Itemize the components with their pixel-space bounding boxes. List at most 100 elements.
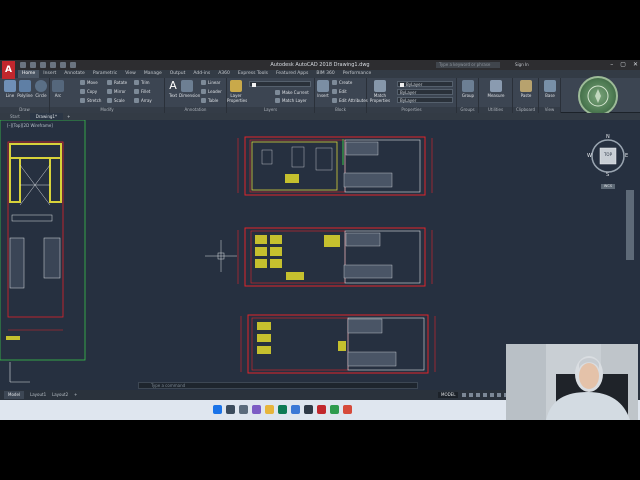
sign-in-button[interactable]: Sign In — [515, 62, 529, 67]
scale-icon — [107, 98, 112, 103]
make-current-tool[interactable]: Make Current — [275, 90, 309, 95]
search-input[interactable]: Type a keyword or phrase — [436, 62, 500, 68]
tab-drawing1[interactable]: Drawing1* — [29, 113, 63, 120]
color-dropdown[interactable]: ByLayer — [397, 81, 453, 87]
fillet-tool[interactable]: Fillet — [134, 89, 150, 94]
stretch-tool[interactable]: Stretch — [80, 98, 101, 103]
chrome-icon[interactable] — [330, 405, 339, 414]
polar-icon[interactable] — [483, 393, 487, 397]
move-icon — [80, 80, 85, 85]
tab-add-ins[interactable]: Add-ins — [189, 70, 214, 78]
polyline-tool[interactable]: Polyline — [17, 80, 33, 98]
maximize-button[interactable]: ▢ — [620, 61, 626, 68]
ucs-icon — [9, 362, 30, 383]
app-icon[interactable] — [343, 405, 352, 414]
layer-properties-tool[interactable]: Layer Properties — [227, 80, 247, 103]
tab-layout1[interactable]: Layout1 — [26, 391, 50, 399]
linear-tool[interactable]: Linear — [201, 80, 220, 85]
copy-tool[interactable]: Copy — [80, 89, 97, 94]
base-view-tool[interactable]: Base — [542, 80, 558, 98]
paste-tool[interactable]: Paste — [518, 80, 534, 98]
new-tab-button[interactable]: + — [67, 113, 70, 120]
grid-icon[interactable] — [462, 393, 466, 397]
snap-icon[interactable] — [469, 393, 473, 397]
trim-tool[interactable]: Trim — [134, 80, 150, 85]
match-properties-tool[interactable]: Match Properties — [369, 80, 391, 103]
tab-home[interactable]: Home — [18, 70, 40, 78]
minimize-button[interactable]: – — [610, 61, 613, 68]
autocad-taskbar-icon[interactable] — [317, 405, 326, 414]
line-tool[interactable]: Line — [2, 80, 18, 98]
viewcube-north[interactable]: N — [606, 134, 610, 140]
close-button[interactable]: ✕ — [633, 61, 638, 68]
emblem-icon — [587, 85, 609, 107]
model-space-button[interactable]: MODEL — [438, 392, 459, 398]
tab-bim-360[interactable]: BIM 360 — [312, 70, 338, 78]
array-tool[interactable]: Array — [134, 98, 152, 103]
move-tool[interactable]: Move — [80, 80, 98, 85]
task-view-icon[interactable] — [239, 405, 248, 414]
tab-a360[interactable]: A360 — [214, 70, 234, 78]
edit-block-tool[interactable]: Edit — [332, 89, 347, 94]
tab-layout2[interactable]: Layout2 — [48, 391, 72, 399]
command-line-input[interactable]: Type a command — [138, 382, 418, 389]
tab-output[interactable]: Output — [166, 70, 190, 78]
edge-icon[interactable] — [278, 405, 287, 414]
leader-icon — [201, 89, 206, 94]
store-icon[interactable] — [291, 405, 300, 414]
layer-dropdown[interactable] — [249, 81, 311, 87]
lineweight-dropdown[interactable]: ByLayer — [397, 97, 453, 103]
draw-panel: Line Polyline Circle Draw — [0, 78, 50, 113]
viewcube-top-face[interactable]: TOP — [601, 152, 615, 157]
widgets-icon[interactable] — [252, 405, 261, 414]
rotate-tool[interactable]: Rotate — [107, 80, 127, 85]
arc-icon — [52, 80, 64, 92]
tab-manage[interactable]: Manage — [140, 70, 166, 78]
arc-tool[interactable]: Arc — [50, 80, 66, 98]
window-controls: – ▢ ✕ — [610, 61, 638, 68]
start-icon[interactable] — [213, 405, 222, 414]
insert-block-tool[interactable]: Insert — [315, 80, 331, 98]
new-layout-button[interactable]: + — [70, 391, 81, 399]
tab-insert[interactable]: Insert — [39, 70, 60, 78]
tab-express-tools[interactable]: Express Tools — [234, 70, 272, 78]
trim-icon — [134, 80, 139, 85]
navigation-bar[interactable] — [626, 190, 634, 260]
create-block-tool[interactable]: Create — [332, 80, 352, 85]
tab-model[interactable]: Model — [4, 391, 25, 399]
match-layer-icon — [275, 98, 280, 103]
lineweight-icon[interactable] — [497, 393, 501, 397]
viewcube-west[interactable]: W — [587, 153, 592, 159]
terminal-icon[interactable] — [304, 405, 313, 414]
measure-tool[interactable]: Measure — [486, 80, 506, 98]
document-tabs: Start Drawing1* + — [0, 113, 640, 120]
mirror-tool[interactable]: Mirror — [107, 89, 126, 94]
linetype-dropdown[interactable]: ByLayer — [397, 89, 453, 95]
tab-annotate[interactable]: Annotate — [60, 70, 89, 78]
circle-tool[interactable]: Circle — [33, 80, 49, 98]
tab-parametric[interactable]: Parametric — [89, 70, 121, 78]
table-tool[interactable]: Table — [201, 98, 218, 103]
leader-tool[interactable]: Leader — [201, 89, 222, 94]
measure-icon — [490, 80, 502, 92]
dimension-tool[interactable]: Dimension — [179, 80, 200, 98]
match-layer-tool[interactable]: Match Layer — [275, 98, 307, 103]
block-panel: Insert Create Edit Edit Attributes Block — [315, 78, 368, 113]
edit-attributes-tool[interactable]: Edit Attributes — [332, 98, 368, 103]
ortho-icon[interactable] — [476, 393, 480, 397]
ucs-dropdown[interactable]: WCS — [601, 184, 615, 189]
search-icon[interactable] — [226, 405, 235, 414]
file-explorer-icon[interactable] — [265, 405, 274, 414]
viewport-controls[interactable]: [–][Top][2D Wireframe] — [7, 123, 53, 128]
tab-view[interactable]: View — [121, 70, 140, 78]
application-menu-button[interactable]: A — [2, 61, 15, 79]
viewcube-south[interactable]: S — [606, 172, 609, 178]
group-tool[interactable]: Group — [460, 80, 476, 98]
tab-featured-apps[interactable]: Featured Apps — [272, 70, 312, 78]
osnap-icon[interactable] — [490, 393, 494, 397]
rotate-icon — [107, 80, 112, 85]
viewcube-east[interactable]: E — [625, 153, 628, 159]
scale-tool[interactable]: Scale — [107, 98, 125, 103]
tab-performance[interactable]: Performance — [339, 70, 376, 78]
tab-start[interactable]: Start — [4, 113, 26, 120]
